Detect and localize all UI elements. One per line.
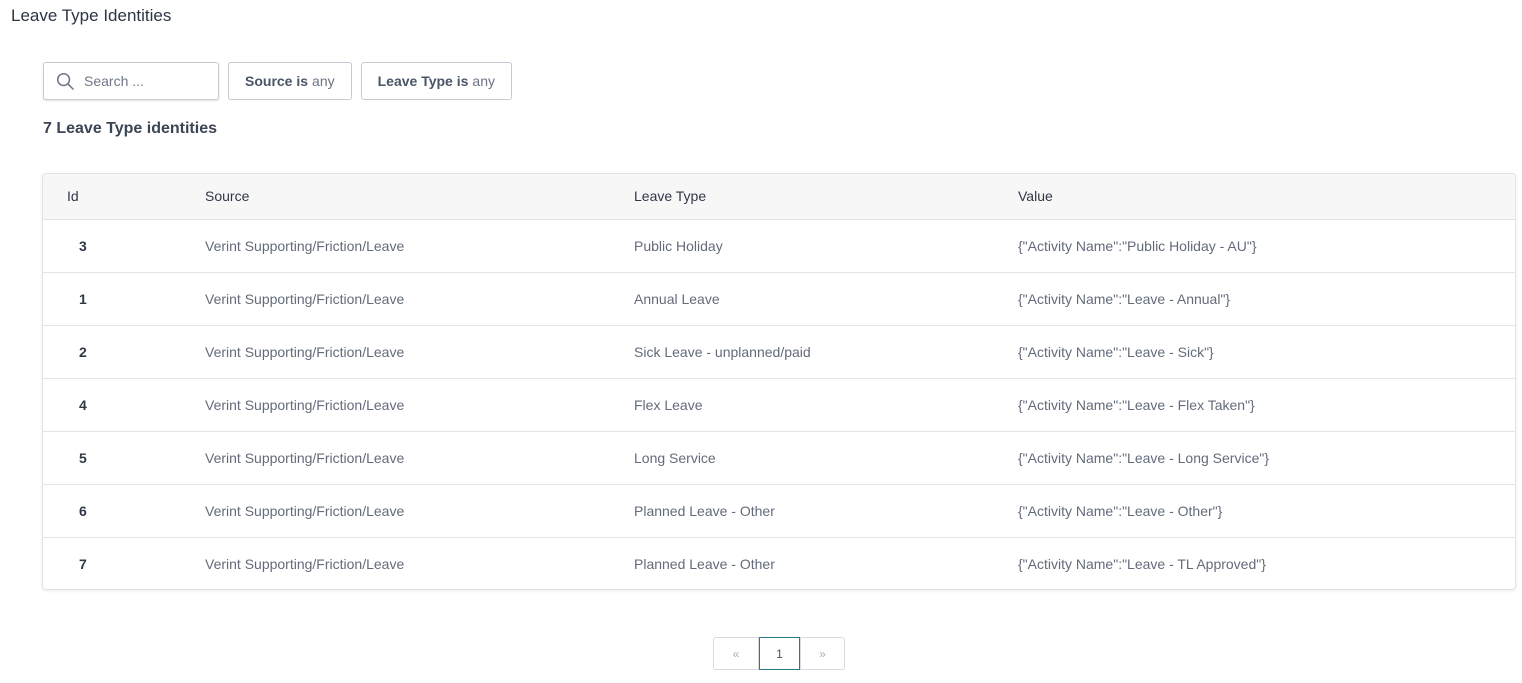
cell-leave-type: Annual Leave: [634, 271, 1018, 325]
leave-type-filter-label: Leave Type is: [377, 73, 469, 89]
cell-id: 7: [43, 536, 205, 589]
search-box[interactable]: [43, 62, 219, 100]
table-row[interactable]: 3 Verint Supporting/Friction/Leave Publi…: [43, 219, 1515, 272]
cell-source: Verint Supporting/Friction/Leave: [205, 237, 405, 254]
cell-id: 5: [43, 430, 205, 484]
cell-leave-type: Planned Leave - Other: [634, 483, 1018, 537]
source-filter-label: Source is: [245, 73, 309, 89]
cell-id: 2: [43, 324, 205, 378]
cell-value: {"Activity Name":"Leave - Other"}: [1018, 483, 1515, 537]
page-title: Leave Type Identities: [11, 6, 172, 25]
column-header-leave-type[interactable]: Leave Type: [634, 174, 1018, 220]
table-row[interactable]: 2 Verint Supporting/Friction/Leave Sick …: [43, 324, 1515, 378]
leave-type-filter-button[interactable]: Leave Type is any: [360, 62, 512, 100]
cell-source: Verint Supporting/Friction/Leave: [205, 271, 634, 325]
table-header-row: Id Source Leave Type Value: [43, 174, 1515, 220]
cell-value: {"Activity Name":"Leave - Sick"}: [1018, 324, 1515, 378]
page-button-1[interactable]: 1: [759, 637, 800, 670]
cell-source: Verint Supporting/Friction/Leave: [205, 483, 634, 537]
cell-value: {"Activity Name":"Leave - Annual"}: [1018, 271, 1515, 325]
cell-source: Verint Supporting/Friction/Leave: [205, 536, 634, 589]
leave-type-filter-value: any: [472, 73, 495, 89]
column-header-source[interactable]: Source: [205, 174, 634, 220]
filter-bar: Source is any Leave Type is any: [43, 62, 512, 100]
cell-value: {"Activity Name":"Leave - TL Approved"}: [1018, 536, 1515, 589]
column-header-value[interactable]: Value: [1018, 174, 1515, 220]
search-input[interactable]: [84, 73, 214, 89]
double-chevron-right-icon: »: [819, 646, 826, 661]
cell-id: 1: [43, 271, 205, 325]
source-filter-button[interactable]: Source is any: [228, 62, 352, 100]
cell-source: Verint Supporting/Friction/Leave: [205, 377, 634, 431]
next-page-button[interactable]: »: [800, 637, 845, 670]
cell-id: 4: [43, 377, 205, 431]
source-filter-value: any: [312, 73, 335, 89]
cell-leave-type: Sick Leave - unplanned/paid: [634, 324, 1018, 378]
identities-table: Id Source Leave Type Value 3 Verint Supp…: [42, 173, 1516, 590]
cell-id: 6: [43, 483, 205, 537]
results-count: 7 Leave Type identities: [43, 120, 217, 137]
cell-leave-type: Flex Leave: [634, 377, 1018, 431]
table-row[interactable]: 1 Verint Supporting/Friction/Leave Annua…: [43, 271, 1515, 325]
cell-leave-type: Planned Leave - Other: [634, 536, 1018, 589]
cell-value: {"Activity Name":"Leave - Flex Taken"}: [1018, 377, 1515, 431]
cell-value: {"Activity Name":"Leave - Long Service"}: [1018, 430, 1515, 484]
search-icon: [56, 72, 74, 90]
table-row[interactable]: 6 Verint Supporting/Friction/Leave Plann…: [43, 483, 1515, 537]
previous-page-button[interactable]: «: [713, 637, 759, 670]
table-row[interactable]: 4 Verint Supporting/Friction/Leave Flex …: [43, 377, 1515, 431]
table-row[interactable]: 5 Verint Supporting/Friction/Leave Long …: [43, 430, 1515, 484]
cell-leave-type: Long Service: [634, 430, 1018, 484]
cell-source: Verint Supporting/Friction/Leave: [205, 324, 634, 378]
cell-id: 3: [79, 237, 87, 254]
cell-value: {"Activity Name":"Public Holiday - AU"}: [1018, 237, 1257, 254]
cell-source: Verint Supporting/Friction/Leave: [205, 430, 634, 484]
cell-leave-type: Public Holiday: [634, 237, 723, 254]
table-row[interactable]: 7 Verint Supporting/Friction/Leave Plann…: [43, 536, 1515, 589]
double-chevron-left-icon: «: [732, 646, 740, 661]
column-header-id[interactable]: Id: [43, 174, 205, 220]
pagination: « 1 »: [713, 637, 845, 670]
